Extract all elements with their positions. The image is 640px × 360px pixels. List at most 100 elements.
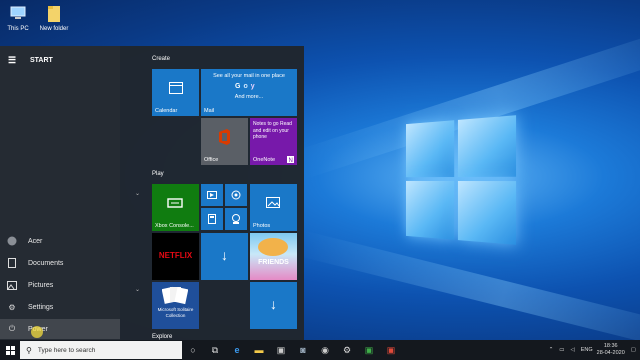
gear-icon: ⚙	[8, 302, 16, 312]
cards-icon	[162, 286, 188, 305]
onenote-text: Notes to go Read and edit on your phone	[253, 121, 292, 140]
document-icon	[6, 257, 18, 269]
start-header[interactable]: ☰ START	[0, 52, 120, 68]
tile-onenote[interactable]: Notes to go Read and edit on your phone …	[250, 118, 297, 165]
clock-date: 28-04-2020	[596, 350, 625, 356]
calculator-icon	[208, 214, 216, 224]
rail-item-label: Settings	[28, 303, 54, 311]
taskbar-app-file-explorer[interactable]: ▬	[248, 340, 270, 360]
task-view-icon: ⧉	[211, 344, 219, 355]
candy-characters-icon	[258, 238, 288, 256]
taskbar: ⚲ Type here to search ○ ⧉ e ▬ ▣ ◙ ◉ ⚙ ▣ …	[0, 340, 640, 360]
desktop-icon-this-pc[interactable]: This PC	[0, 4, 38, 32]
clock-time: 18:36	[603, 343, 618, 349]
tile-music[interactable]	[225, 184, 247, 206]
tile-calendar[interactable]: Calendar	[152, 69, 199, 116]
tile-netflix[interactable]: NETFLIX	[152, 233, 199, 280]
desktop-icon-label: This PC	[7, 26, 29, 32]
outlook-icon: o	[243, 83, 251, 90]
collapse-chevron-icon[interactable]: ⌄	[135, 190, 140, 197]
edge-icon: e	[234, 345, 240, 355]
tile-label: OneNote	[253, 157, 276, 163]
xbox-icon	[167, 198, 183, 208]
language-indicator[interactable]: ENG	[581, 347, 593, 353]
tile-mail[interactable]: See all your mail in one place Goy And m…	[201, 69, 297, 116]
notifications-icon[interactable]: ▢	[631, 347, 636, 353]
store-icon: ▣	[276, 344, 286, 355]
cortana-icon: ○	[190, 345, 196, 355]
yahoo-icon: y	[250, 83, 258, 90]
tile-photos[interactable]: Photos	[250, 184, 297, 231]
task-view-button[interactable]: ⧉	[204, 340, 226, 360]
computer-icon	[9, 4, 27, 24]
tile-label: Mail	[204, 108, 215, 114]
netflix-logo: NETFLIX	[158, 251, 193, 260]
friends-logo: FRIENDS	[258, 259, 289, 266]
tile-download-2[interactable]: ↓	[250, 282, 297, 329]
camtasia-icon: ▣	[364, 344, 374, 355]
taskbar-app-recorder[interactable]: ▣	[380, 340, 402, 360]
desktop-icon-label: New folder	[39, 26, 69, 32]
user-icon	[6, 235, 18, 247]
start-menu: ☰ START Acer Documents Pictures ⚙ Settin…	[0, 46, 304, 340]
taskbar-app-disc[interactable]: ◉	[314, 340, 336, 360]
start-rail: ☰ START Acer Documents Pictures ⚙ Settin…	[0, 46, 120, 340]
camera-icon	[232, 214, 240, 224]
tile-label: Xbox Console...	[155, 223, 194, 229]
rail-item-power[interactable]: ⏻ Power	[0, 319, 120, 339]
media-icon: ◙	[300, 345, 306, 355]
mail-more: And more...	[234, 94, 264, 100]
tile-calculator[interactable]	[201, 208, 223, 230]
group-title-play[interactable]: Play	[152, 171, 164, 177]
taskbar-app-media[interactable]: ◙	[292, 340, 314, 360]
calendar-icon	[169, 82, 183, 94]
tile-groove[interactable]	[201, 184, 223, 206]
cortana-button[interactable]: ○	[182, 340, 204, 360]
rail-item-pictures[interactable]: Pictures	[0, 275, 120, 295]
tile-label: Calendar	[155, 108, 178, 114]
tile-label: Microsoft Solitaire Collection	[157, 307, 194, 318]
start-button[interactable]	[0, 340, 20, 360]
folder-icon: ▬	[254, 345, 264, 355]
svg-text:N: N	[289, 158, 293, 163]
rail-item-documents[interactable]: Documents	[0, 253, 120, 273]
music-icon	[231, 190, 241, 200]
tile-camera[interactable]	[225, 208, 247, 230]
folder-icon	[45, 4, 63, 24]
windows-icon	[5, 345, 15, 355]
office-icon	[219, 129, 230, 145]
taskbar-app-settings[interactable]: ⚙	[336, 340, 358, 360]
rail-item-account[interactable]: Acer	[0, 231, 120, 251]
photos-icon	[266, 197, 280, 208]
taskbar-search-box[interactable]: ⚲ Type here to search	[20, 341, 182, 359]
taskbar-app-edge[interactable]: e	[226, 340, 248, 360]
network-icon[interactable]: ▭	[559, 347, 564, 353]
taskbar-app-store[interactable]: ▣	[270, 340, 292, 360]
tile-solitaire[interactable]: Microsoft Solitaire Collection	[152, 282, 199, 329]
download-arrow-icon: ↓	[221, 247, 228, 263]
taskbar-app-camtasia[interactable]: ▣	[358, 340, 380, 360]
pictures-icon	[6, 279, 18, 291]
tray-chevron-icon[interactable]: ⌃	[549, 347, 554, 353]
tile-download[interactable]: ↓	[201, 233, 248, 280]
tile-office[interactable]: Office	[201, 118, 248, 165]
disc-icon: ◉	[321, 344, 329, 355]
hamburger-icon[interactable]: ☰	[8, 55, 22, 66]
rail-item-settings[interactable]: ⚙ Settings	[0, 297, 120, 317]
search-placeholder: Type here to search	[37, 346, 96, 354]
onenote-icon: N	[287, 156, 294, 163]
rail-item-label: Acer	[28, 237, 43, 245]
clock[interactable]: 18:36 28-04-2020	[597, 343, 625, 357]
power-icon: ⏻	[8, 324, 16, 333]
tile-xbox-console[interactable]: Xbox Console...	[152, 184, 199, 231]
search-icon: ⚲	[26, 345, 32, 355]
tile-label: Office	[204, 157, 219, 163]
desktop-icon-new-folder[interactable]: New folder	[34, 4, 74, 32]
tile-candy-crush-friends[interactable]: FRIENDS	[250, 233, 297, 280]
download-arrow-icon: ↓	[270, 296, 277, 312]
system-tray: ⌃ ▭ ◁ ENG 18:36 28-04-2020 ▢	[549, 340, 640, 360]
volume-icon[interactable]: ◁	[571, 347, 575, 353]
start-tiles-area: Create Play Explore ⌄ ⌄ Calendar See all…	[120, 46, 304, 340]
collapse-chevron-icon[interactable]: ⌄	[135, 286, 140, 293]
group-title-create[interactable]: Create	[152, 56, 170, 62]
